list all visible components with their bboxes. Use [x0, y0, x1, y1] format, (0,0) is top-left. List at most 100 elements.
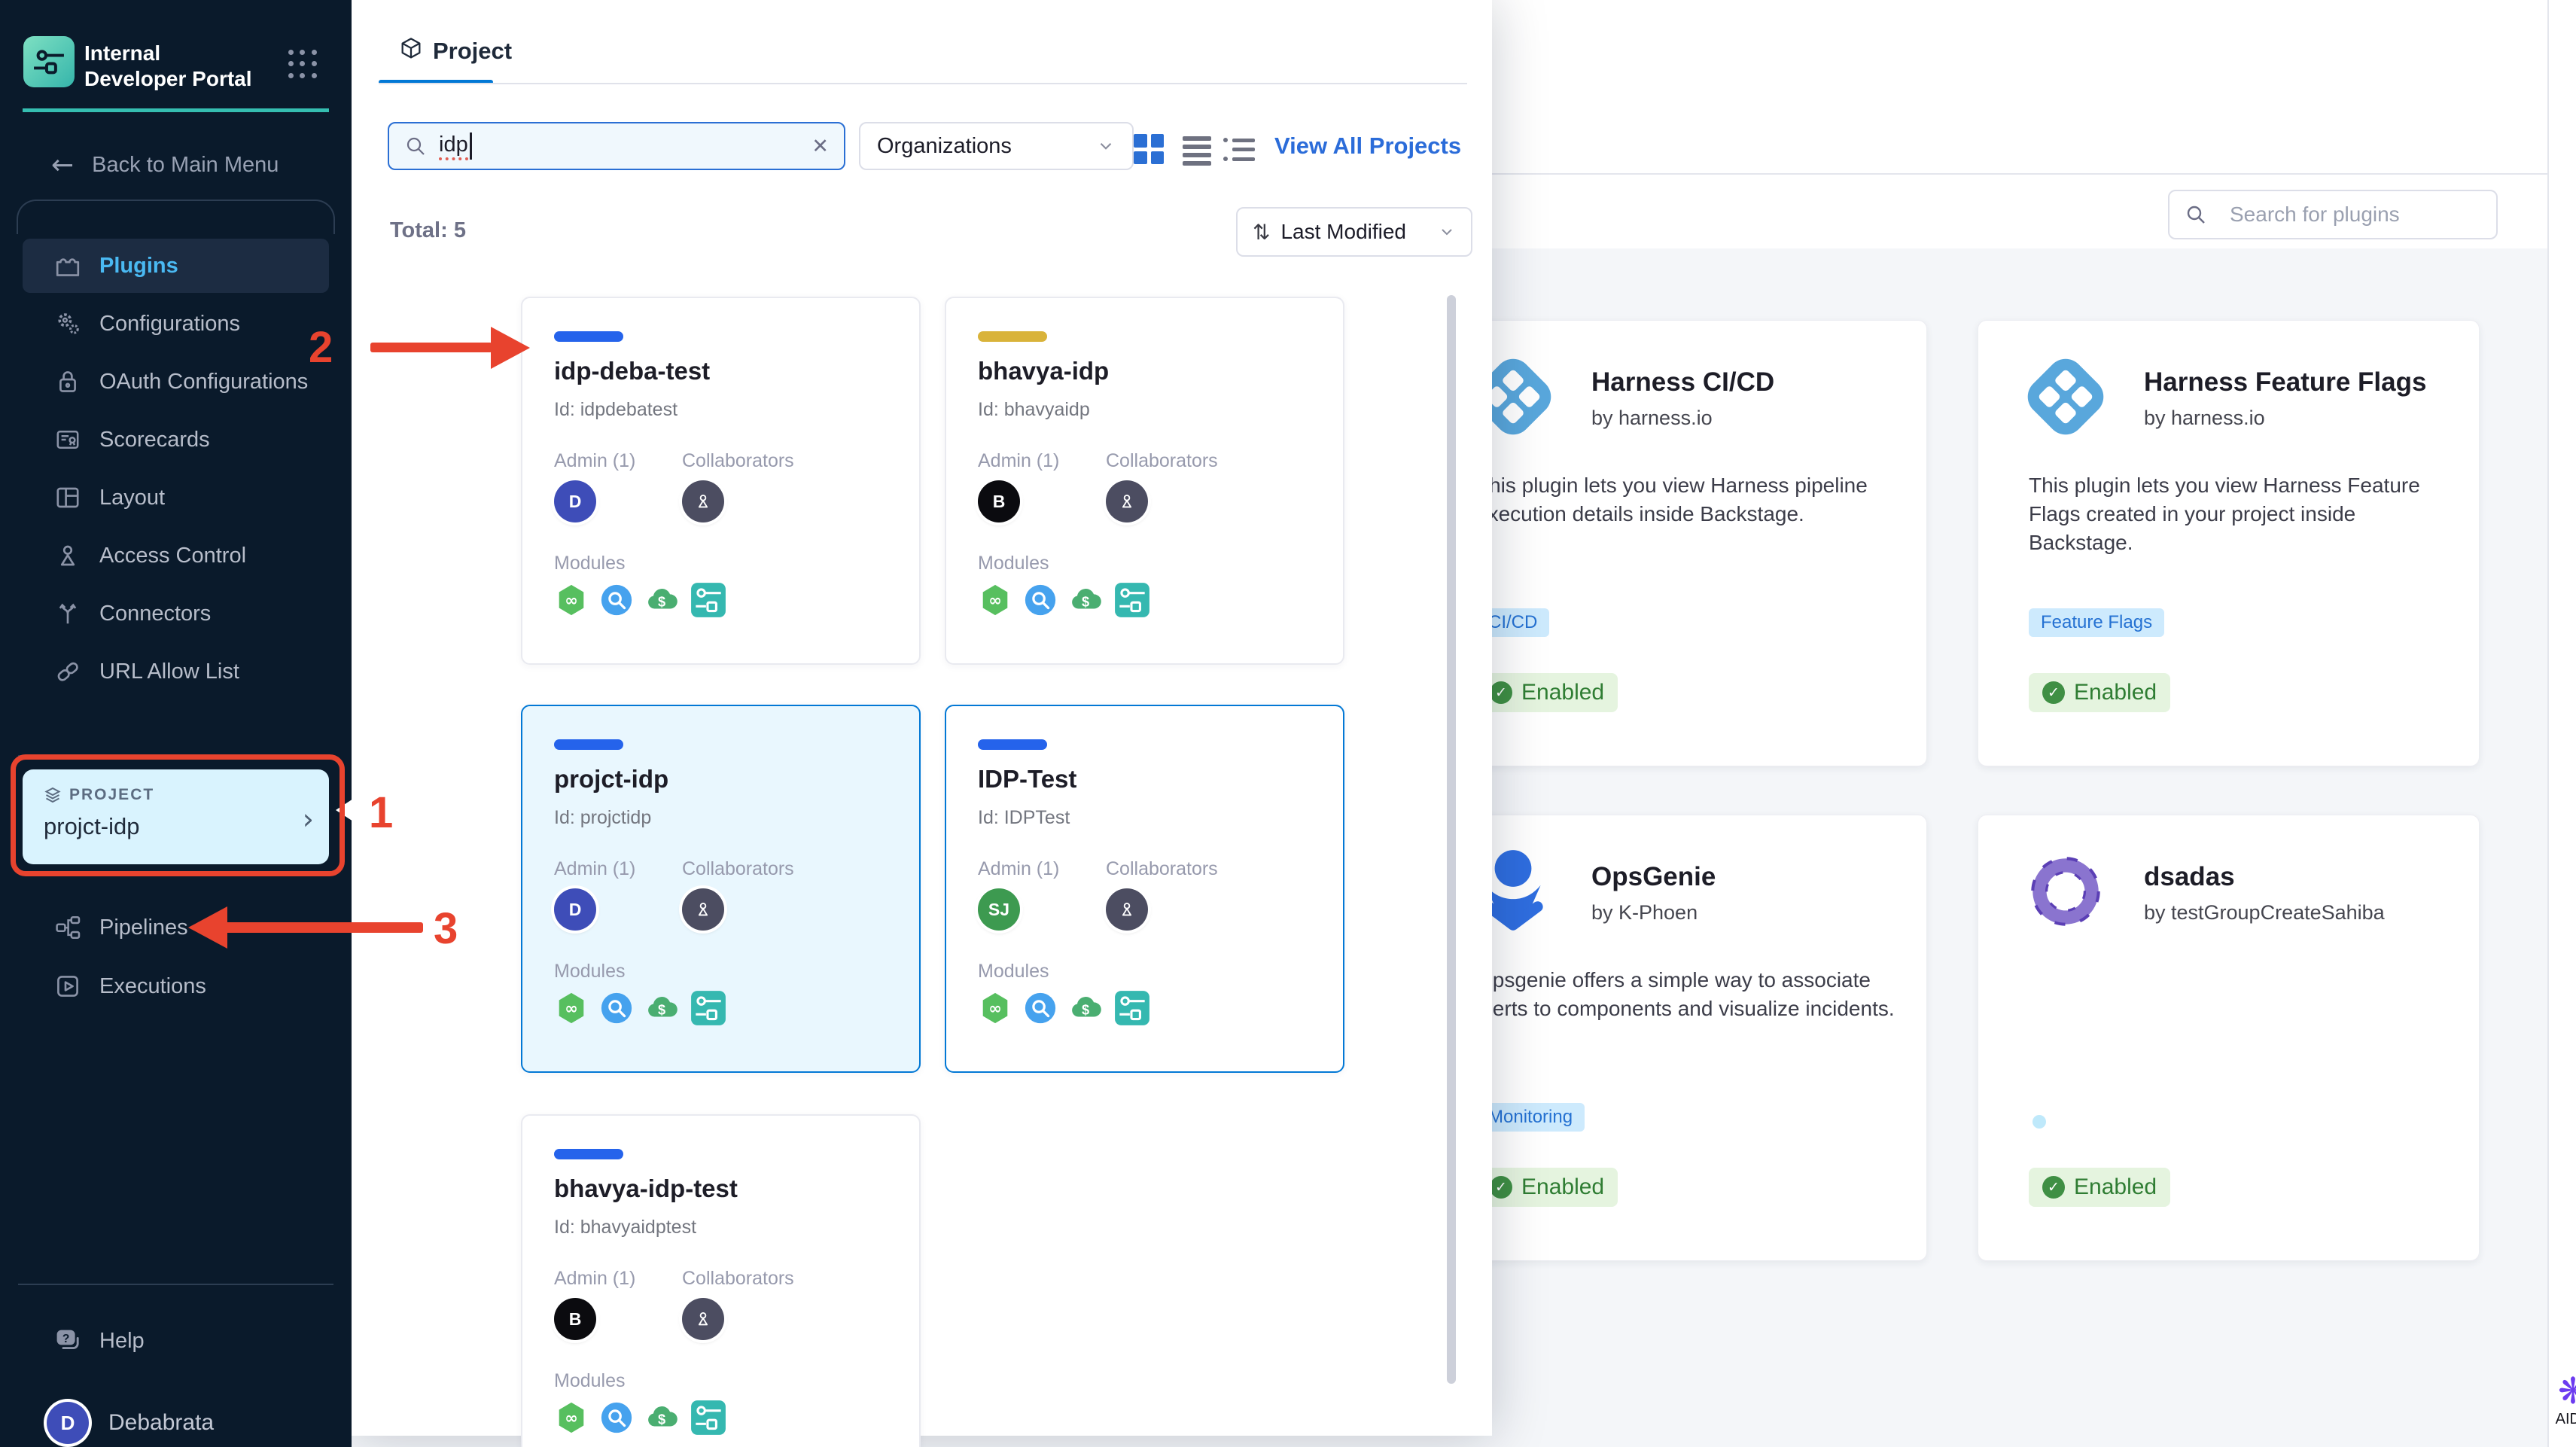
plugin-author: by harness.io [2144, 407, 2265, 429]
arrow-left-icon: ← [51, 149, 75, 181]
sidebar-item-configurations[interactable]: Configurations [23, 297, 329, 351]
sidebar-item-oauth-configurations[interactable]: OAuth Configurations [23, 355, 329, 409]
svg-text:?: ? [62, 1333, 70, 1345]
svg-text:$: $ [1082, 595, 1089, 610]
sort-dropdown[interactable]: ⇅ Last Modified [1236, 207, 1472, 257]
panel-scrollbar[interactable] [1447, 295, 1456, 1384]
sidebar-item-scorecards[interactable]: Scorecards [23, 413, 329, 467]
module-cd-icon: ∞ [982, 992, 1008, 1024]
modules-row: ∞ $ [554, 1399, 727, 1436]
plugin-title: dsadas [2144, 862, 2235, 891]
modules-row: ∞ $ [554, 581, 727, 619]
sidebar-item-layout[interactable]: Layout [23, 471, 329, 525]
module-cd-icon: ∞ [559, 1402, 584, 1433]
grid-icon [1134, 134, 1164, 164]
project-color-bar [978, 739, 1047, 750]
user-menu[interactable]: D Debabrata [23, 1394, 329, 1447]
modules-label: Modules [554, 961, 626, 982]
sidebar-item-plugins[interactable]: Plugins [23, 239, 329, 293]
plugin-card-feature-flags[interactable]: Harness Feature Flags by harness.io This… [1978, 320, 2480, 766]
project-id: Id: bhavyaidp [978, 399, 1090, 420]
module-ccm-icon: $ [648, 997, 677, 1018]
admin-avatar: B [978, 480, 1020, 522]
plugin-card-opsgenie[interactable]: OpsGenie by K-Phoen Opsgenie offers a si… [1425, 815, 1927, 1261]
project-search-input[interactable]: idp ✕ [388, 122, 845, 170]
check-circle-icon: ✓ [1490, 1176, 1512, 1199]
svg-text:$: $ [658, 1412, 665, 1427]
check-circle-icon: ✓ [2042, 681, 2065, 704]
sidebar-item-url-allow-list[interactable]: URL Allow List [23, 644, 329, 699]
search-icon [2187, 206, 2205, 224]
admin-label: Admin (1) [554, 1268, 636, 1289]
cube-icon [401, 38, 421, 59]
project-card-bhavya-idp[interactable]: bhavya-idp Id: bhavyaidp Admin (1) Colla… [945, 297, 1344, 665]
project-name: IDP-Test [978, 765, 1077, 793]
avatar: D [47, 1402, 89, 1444]
project-card-idp-test[interactable]: IDP-Test Id: IDPTest Admin (1) Collabora… [945, 705, 1344, 1073]
project-card-bhavya-idp-test[interactable]: bhavya-idp-test Id: bhavyaidptest Admin … [521, 1114, 921, 1447]
aida-flower-icon: ❋ [2557, 1370, 2576, 1412]
scorecard-icon [54, 426, 81, 453]
collaborator-avatar [1106, 888, 1148, 931]
module-chaos-icon [601, 992, 632, 1024]
lock-icon [54, 368, 81, 395]
harness-logo-icon [2027, 358, 2104, 435]
app-switcher-icon[interactable] [288, 50, 318, 80]
dsadas-logo-icon [2031, 857, 2100, 926]
sidebar-item-connectors[interactable]: Connectors [23, 586, 329, 641]
project-id: Id: IDPTest [978, 807, 1070, 828]
module-ccm-icon: $ [1072, 997, 1101, 1018]
modules-label: Modules [978, 553, 1049, 574]
module-chaos-icon [601, 584, 632, 616]
grid-view-toggle[interactable] [1134, 134, 1165, 166]
module-chaos-icon [1025, 992, 1056, 1024]
project-card-projct-idp[interactable]: projct-idp Id: projctidp Admin (1) Colla… [521, 705, 921, 1073]
clear-search-icon[interactable]: ✕ [811, 135, 829, 158]
bulleted-list-icon [1223, 134, 1255, 161]
project-card-idp-deba-test[interactable]: idp-deba-test Id: idpdebatest Admin (1) … [521, 297, 921, 665]
project-name: idp-deba-test [554, 357, 711, 385]
sidebar-item-executions[interactable]: Executions [23, 959, 329, 1013]
plugins-search-placeholder: Search for plugins [2230, 203, 2400, 226]
admin-avatar: D [554, 480, 596, 522]
sidebar-item-help[interactable]: ? Help [23, 1314, 329, 1368]
plugins-search-input[interactable]: Search for plugins [2168, 190, 2498, 239]
aida-assistant-button[interactable]: ❋ AIDA [2550, 1373, 2576, 1428]
help-chat-icon: ? [54, 1327, 81, 1354]
modules-row: ∞ $ [978, 581, 1151, 619]
idp-app-logo[interactable] [23, 36, 75, 87]
module-cd-icon: ∞ [559, 584, 584, 616]
module-idp-icon [691, 583, 726, 617]
sidebar-item-access-control[interactable]: Access Control [23, 529, 329, 583]
status-badge: ✓ Enabled [1476, 1168, 1618, 1207]
svg-text:$: $ [1082, 1003, 1089, 1018]
svg-text:∞: ∞ [988, 591, 1002, 610]
detailed-list-view-toggle[interactable] [1223, 134, 1255, 166]
layout-icon [54, 484, 81, 511]
check-circle-icon: ✓ [2042, 1176, 2065, 1199]
app-root: Search for plugins Harness CI/CD by harn… [0, 0, 2576, 1447]
collaborators-label: Collaborators [682, 858, 794, 879]
view-all-projects-link[interactable]: View All Projects [1274, 133, 1461, 160]
project-color-bar [554, 739, 623, 750]
admin-avatar: SJ [978, 888, 1020, 931]
modules-row: ∞ $ [978, 989, 1151, 1027]
plugin-title: Harness CI/CD [1591, 367, 1775, 397]
plugin-card-dsadas[interactable]: dsadas by testGroupCreateSahiba ✓ Enable… [1978, 815, 2480, 1261]
svg-text:∞: ∞ [565, 591, 578, 610]
module-idp-icon [691, 1400, 726, 1435]
svg-text:∞: ∞ [565, 999, 578, 1018]
annotation-arrow-3-shaft [224, 922, 423, 933]
organizations-dropdown[interactable]: Organizations [859, 122, 1134, 170]
plugin-card-harness-cicd[interactable]: Harness CI/CD by harness.io This plugin … [1425, 320, 1927, 766]
project-color-bar [554, 331, 623, 342]
sidebar-accent-divider [23, 108, 329, 112]
svg-text:$: $ [658, 595, 665, 610]
plugin-title: OpsGenie [1591, 862, 1716, 891]
tab-project[interactable]: Project [433, 38, 512, 65]
list-view-toggle[interactable] [1183, 134, 1214, 166]
back-to-main-menu-button[interactable]: ← Back to Main Menu [23, 143, 329, 187]
plugin-title: Harness Feature Flags [2144, 367, 2427, 397]
text-cursor [469, 133, 472, 160]
project-name: bhavya-idp-test [554, 1174, 738, 1202]
